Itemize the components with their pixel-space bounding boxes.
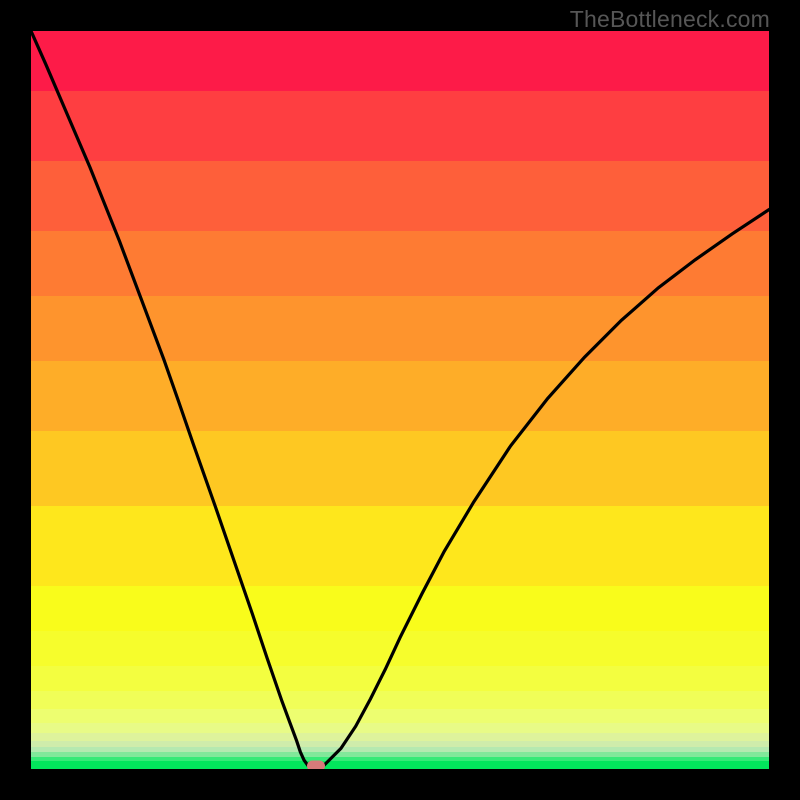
minimum-marker: [307, 761, 325, 770]
chart-plot-area: [31, 31, 769, 769]
bottleneck-curve: [31, 31, 769, 769]
chart-curve-layer: [31, 31, 769, 769]
watermark-text: TheBottleneck.com: [570, 6, 770, 33]
